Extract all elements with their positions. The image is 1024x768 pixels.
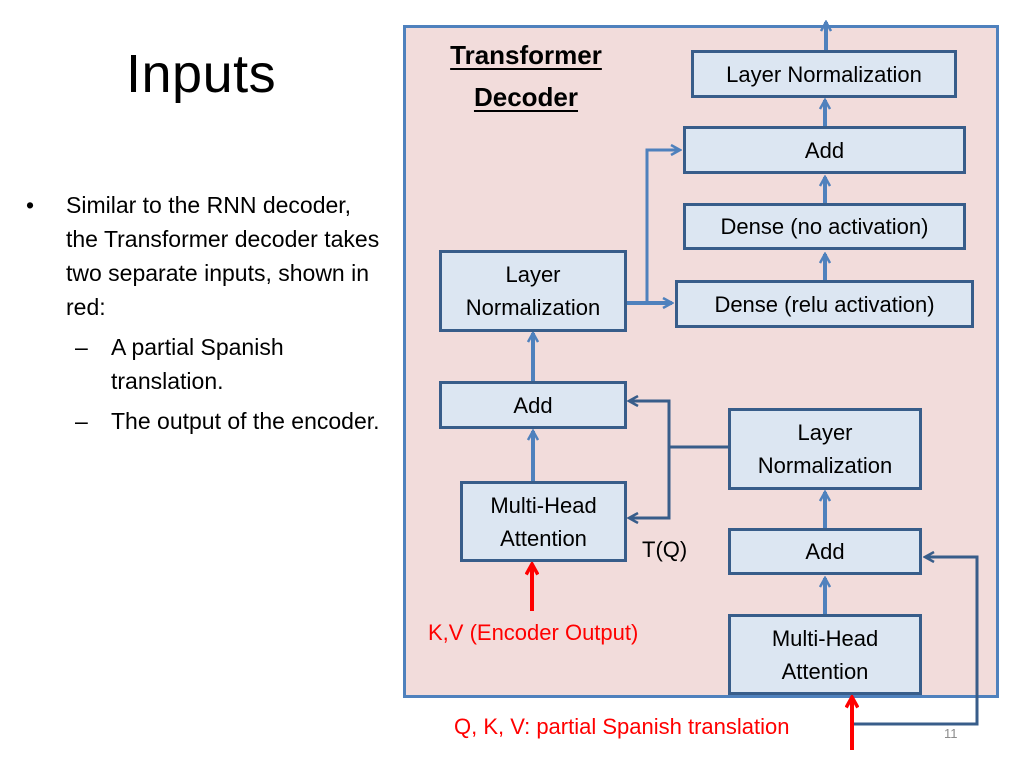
mid-add-box: Add bbox=[439, 381, 627, 429]
top-add-box: Add bbox=[683, 126, 966, 174]
self-attention-box: Multi-Head Attention bbox=[728, 614, 922, 695]
self-layer-normalization-box: Layer Normalization bbox=[728, 408, 922, 490]
query-to-mid-add bbox=[629, 401, 671, 447]
query-to-cross-attn bbox=[629, 447, 671, 518]
top-layer-normalization-box: Layer Normalization bbox=[691, 50, 957, 98]
mid-layer-normalization-box: Layer Normalization bbox=[439, 250, 627, 332]
dense-relu-activation-box: Dense (relu activation) bbox=[675, 280, 974, 328]
encoder-output-label: K,V (Encoder Output) bbox=[428, 620, 639, 645]
partial-translation-label: Q, K, V: partial Spanish translation bbox=[454, 714, 790, 739]
page-number: 11 bbox=[944, 726, 958, 741]
cross-attention-box: Multi-Head Attention bbox=[460, 481, 627, 562]
self-add-box: Add bbox=[728, 528, 922, 575]
dense-no-activation-box: Dense (no activation) bbox=[683, 203, 966, 250]
tq-label: T(Q) bbox=[642, 537, 688, 562]
